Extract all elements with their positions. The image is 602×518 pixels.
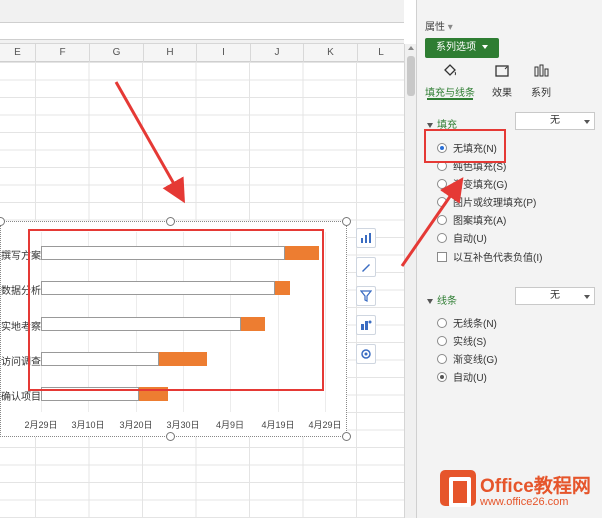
column-header-row: E F G H I J K L bbox=[0, 44, 404, 62]
scroll-up-icon[interactable] bbox=[408, 46, 414, 50]
fill-option-picture[interactable]: 图片或纹理填充(P) bbox=[437, 194, 536, 209]
scroll-thumb[interactable] bbox=[407, 56, 415, 96]
highlight-box-chart bbox=[28, 229, 324, 391]
column-header-k[interactable]: K bbox=[303, 44, 357, 62]
highlight-box-no-fill bbox=[424, 129, 506, 163]
series-options-tab[interactable]: 系列选项 bbox=[425, 38, 499, 58]
column-header-g[interactable]: G bbox=[89, 44, 143, 62]
active-tab-indicator bbox=[427, 98, 473, 100]
properties-pane: 属性 ▾ 系列选项 填充与线条 效果 系列 填充 无 无填充(N) 纯色填充(S… bbox=[416, 0, 602, 518]
column-header-j[interactable]: J bbox=[250, 44, 303, 62]
pane-title[interactable]: 属性 ▾ bbox=[425, 18, 453, 33]
collapse-icon bbox=[427, 298, 433, 304]
tab-series[interactable]: 系列 bbox=[527, 62, 555, 99]
line-section-header[interactable]: 线条 bbox=[427, 292, 457, 307]
radio-button[interactable] bbox=[437, 178, 447, 189]
line-dropdown[interactable]: 无 bbox=[515, 287, 595, 305]
bar-chart-icon bbox=[534, 64, 549, 77]
radio-button[interactable] bbox=[437, 232, 447, 243]
x-tick-label: 3月20日 bbox=[119, 420, 153, 430]
x-tick-label: 3月10日 bbox=[71, 420, 105, 430]
office-logo-icon bbox=[440, 470, 476, 507]
vertical-scrollbar[interactable] bbox=[404, 44, 416, 518]
chart-elements-icon[interactable] bbox=[356, 228, 376, 248]
chevron-down-icon bbox=[584, 120, 590, 124]
chart-filter-icon[interactable] bbox=[356, 286, 376, 306]
radio-button[interactable] bbox=[437, 317, 447, 328]
column-header-f[interactable]: F bbox=[35, 44, 89, 62]
x-tick-label: 4月9日 bbox=[215, 420, 245, 430]
tab-fill-and-line[interactable]: 填充与线条 bbox=[425, 62, 475, 99]
resize-handle[interactable] bbox=[166, 217, 175, 226]
fill-option-pattern[interactable]: 图案填充(A) bbox=[437, 212, 506, 227]
chart-style-icon[interactable] bbox=[356, 257, 376, 277]
formula-bar[interactable] bbox=[0, 22, 404, 40]
x-tick-label: 4月29日 bbox=[308, 420, 342, 430]
watermark: Office教程网 www.office26.com bbox=[440, 468, 600, 512]
column-header-i[interactable]: I bbox=[196, 44, 250, 62]
radio-button[interactable] bbox=[437, 335, 447, 346]
line-option-auto[interactable]: 自动(U) bbox=[437, 369, 487, 384]
checkbox[interactable] bbox=[437, 251, 447, 262]
column-header-e[interactable]: E bbox=[0, 44, 35, 62]
resize-handle[interactable] bbox=[342, 217, 351, 226]
paint-bucket-icon bbox=[444, 64, 456, 76]
radio-button[interactable] bbox=[437, 353, 447, 364]
x-tick-label: 4月19日 bbox=[261, 420, 295, 430]
line-option-none[interactable]: 无线条(N) bbox=[437, 315, 497, 330]
watermark-url: www.office26.com bbox=[480, 496, 569, 508]
column-header-h[interactable]: H bbox=[143, 44, 196, 62]
chart-tools bbox=[356, 228, 376, 373]
fill-option-auto[interactable]: 自动(U) bbox=[437, 230, 487, 245]
fill-option-gradient[interactable]: 渐变填充(G) bbox=[437, 176, 507, 191]
radio-button[interactable] bbox=[437, 371, 447, 382]
watermark-brand: Office教程网 bbox=[480, 476, 591, 497]
line-option-gradient[interactable]: 渐变线(G) bbox=[437, 351, 497, 366]
x-tick-label: 3月30日 bbox=[166, 420, 200, 430]
resize-handle[interactable] bbox=[166, 432, 175, 441]
radio-button[interactable] bbox=[437, 196, 447, 207]
chevron-down-icon bbox=[584, 295, 590, 299]
resize-handle[interactable] bbox=[342, 432, 351, 441]
tab-effects[interactable]: 效果 bbox=[487, 62, 517, 99]
x-tick-label: 2月29日 bbox=[24, 420, 58, 430]
spreadsheet-area: E F G H I J K L 撰写方案 数据分析 实地考察 访问调查 确认项目… bbox=[0, 0, 404, 518]
chart-settings-icon[interactable] bbox=[356, 344, 376, 364]
fill-dropdown[interactable]: 无 bbox=[515, 112, 595, 130]
chevron-down-icon bbox=[482, 45, 488, 50]
collapse-icon bbox=[427, 122, 433, 128]
chart-layout-icon[interactable] bbox=[356, 315, 376, 335]
radio-button[interactable] bbox=[437, 214, 447, 225]
line-option-solid[interactable]: 实线(S) bbox=[437, 333, 486, 348]
column-header-l[interactable]: L bbox=[357, 44, 404, 62]
invert-if-negative-option[interactable]: 以互补色代表负值(I) bbox=[437, 249, 542, 264]
resize-handle[interactable] bbox=[0, 217, 5, 226]
effects-icon bbox=[495, 65, 509, 77]
chart-gridline bbox=[325, 232, 326, 412]
